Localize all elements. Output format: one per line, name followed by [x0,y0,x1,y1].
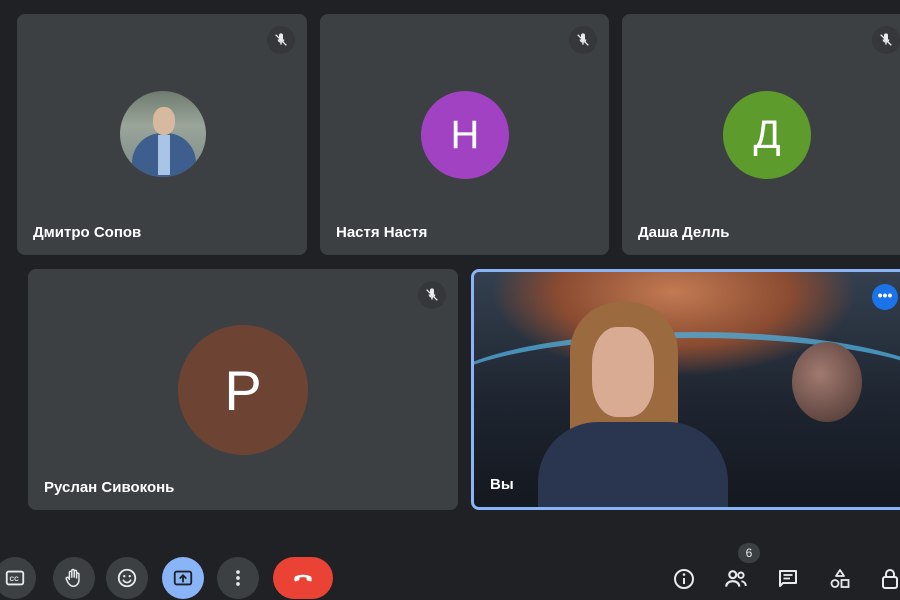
activities-button[interactable] [822,561,858,597]
participant-name: Руслан Сивоконь [44,479,175,496]
people-count-badge: 6 [738,543,760,563]
participant-tile-nastya[interactable]: Н Настя Настя [320,14,609,255]
present-screen-button[interactable] [162,557,204,599]
emoji-icon [117,568,137,588]
participant-tile-dasha[interactable]: Д Даша Делль [622,14,900,255]
avatar-letter: Р [224,358,262,422]
meeting-details-button[interactable] [666,561,702,597]
participant-avatar-photo [120,91,206,177]
emoji-reaction-button[interactable] [106,557,148,599]
mic-off-icon [267,26,295,54]
participant-name: Дмитро Сопов [33,224,142,241]
people-icon [725,570,747,587]
chat-icon [779,570,797,587]
participant-tile-dmytro[interactable]: Дмитро Сопов [17,14,307,255]
participant-avatar-letter: Д [723,91,811,179]
activities-icon [830,569,850,588]
leave-call-button[interactable] [273,557,333,599]
self-video-tile[interactable]: ••• Вы [471,269,900,510]
participant-avatar-letter: Р [178,325,308,455]
participant-tile-ruslan[interactable]: Р Руслан Сивоконь [28,269,458,510]
mic-off-icon [569,26,597,54]
captions-button[interactable]: CC [0,557,36,599]
raise-hand-button[interactable] [53,557,95,599]
info-icon [674,569,694,589]
self-video-feed [474,272,900,507]
avatar-letter: Д [753,112,781,157]
present-icon [173,570,193,586]
svg-text:CC: CC [10,576,20,583]
host-controls-button[interactable] [872,561,900,597]
people-button[interactable] [718,561,754,597]
mic-off-icon [872,26,900,54]
more-vert-icon [236,570,240,586]
host-controls-icon [882,569,898,589]
participant-name: Даша Делль [638,224,730,241]
call-end-icon [294,574,312,582]
captions-icon: CC [5,570,25,586]
chat-button[interactable] [770,561,806,597]
mic-off-icon [418,281,446,309]
participant-avatar-letter: Н [421,91,509,179]
avatar-letter: Н [450,112,480,157]
participant-name: Настя Настя [336,224,428,241]
raise-hand-icon [65,568,80,587]
more-options-button[interactable]: ••• [872,284,898,310]
participant-name: Вы [490,476,514,493]
more-options-button[interactable] [217,557,259,599]
